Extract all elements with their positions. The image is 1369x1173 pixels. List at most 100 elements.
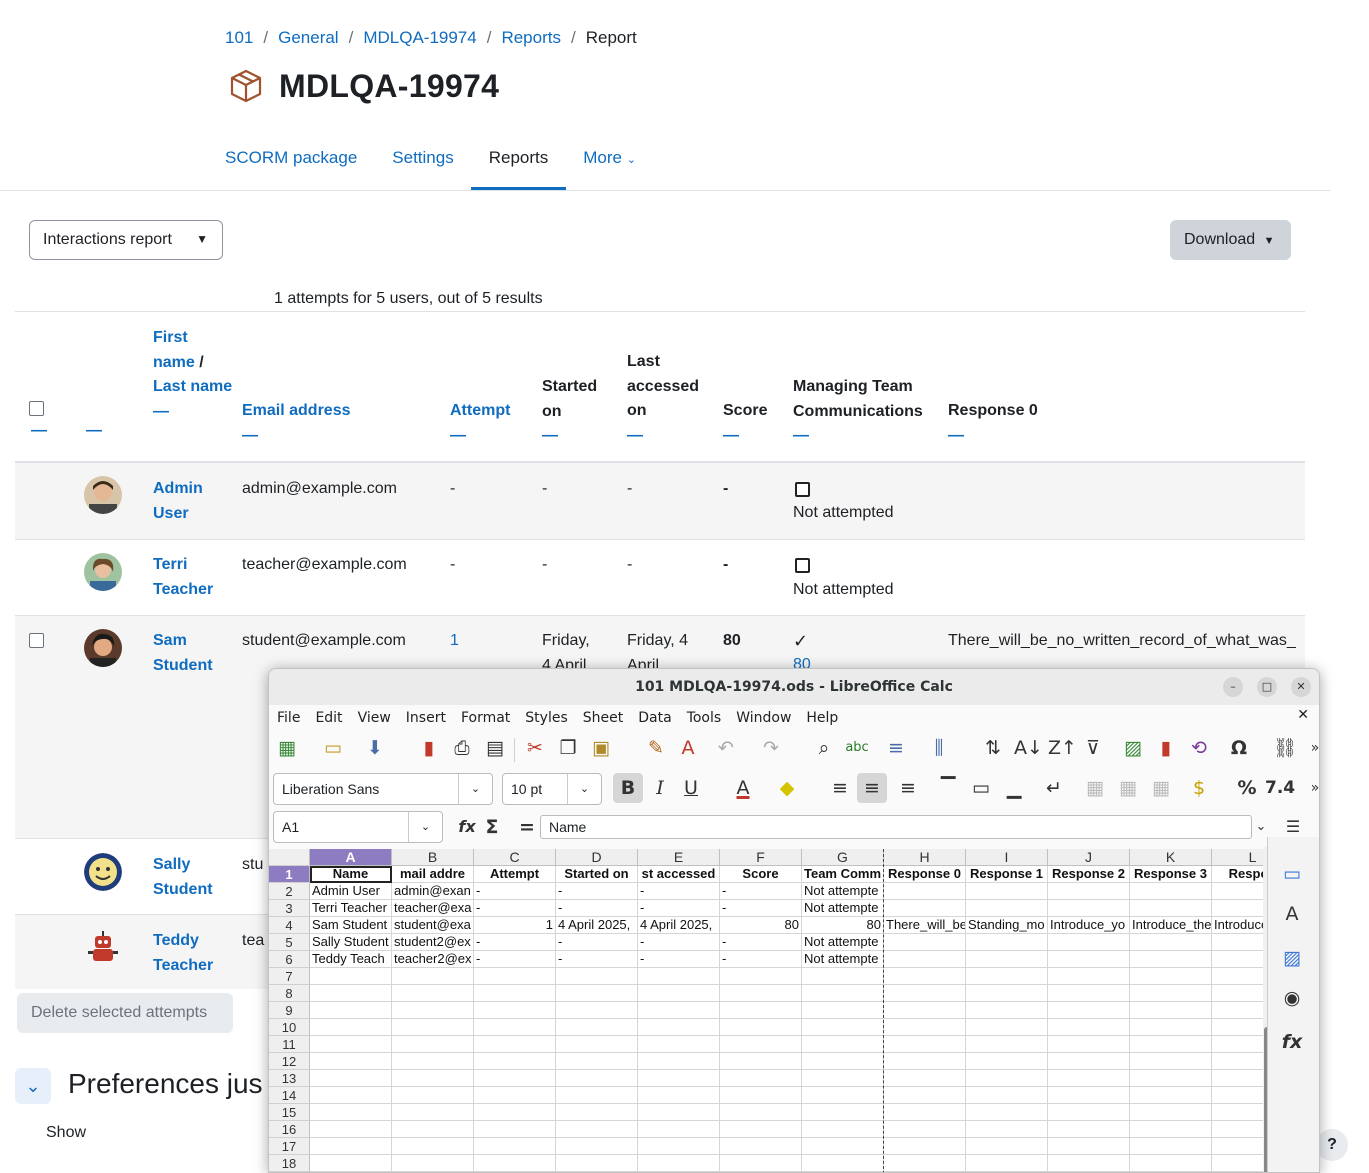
collapse-icon[interactable]: —	[86, 419, 102, 443]
collapse-icon[interactable]: —	[948, 424, 1038, 448]
cell-e9[interactable]	[638, 1002, 720, 1019]
cell-e4[interactable]: 4 April 2025,	[638, 917, 720, 934]
cell-k10[interactable]	[1130, 1019, 1212, 1036]
cell-h3[interactable]	[884, 900, 966, 917]
more-options-icon[interactable]: »	[1303, 773, 1319, 803]
cell-a16[interactable]	[310, 1121, 392, 1138]
cell-d17[interactable]	[556, 1138, 638, 1155]
chevron-down-icon[interactable]: ⌄	[408, 812, 442, 842]
cell-d11[interactable]	[556, 1036, 638, 1053]
cell-i3[interactable]	[966, 900, 1048, 917]
cell-g9[interactable]	[802, 1002, 884, 1019]
cell-j11[interactable]	[1048, 1036, 1130, 1053]
menu-file[interactable]: File	[277, 705, 300, 731]
cell-b2[interactable]: admin@exan	[392, 883, 474, 900]
cell-j17[interactable]	[1048, 1138, 1130, 1155]
cell-j6[interactable]	[1048, 951, 1130, 968]
properties-icon[interactable]: ▭	[1280, 859, 1304, 889]
font-color-icon[interactable]: A	[731, 773, 755, 803]
cell-h15[interactable]	[884, 1104, 966, 1121]
cell-g1[interactable]: Team Comm	[802, 866, 884, 883]
user-name-link[interactable]: Terri Teacher	[153, 553, 223, 602]
cell-h16[interactable]	[884, 1121, 966, 1138]
cell-j4[interactable]: Introduce_yo	[1048, 917, 1130, 934]
breadcrumb-link-activity[interactable]: MDLQA-19974	[363, 28, 476, 48]
font-size-box[interactable]: 10 pt ⌄	[502, 773, 602, 805]
cell-c2[interactable]: -	[474, 883, 556, 900]
cell-i18[interactable]	[966, 1155, 1048, 1172]
cell-d1[interactable]: Started on	[556, 866, 638, 883]
cell-k11[interactable]	[1130, 1036, 1212, 1053]
delete-selected-attempts-button[interactable]: Delete selected attempts	[17, 993, 233, 1033]
user-name-link[interactable]: Teddy Teacher	[153, 929, 223, 978]
close-icon[interactable]: ✕	[1291, 677, 1311, 697]
cell-g2[interactable]: Not attempte	[802, 883, 884, 900]
cell-f9[interactable]	[720, 1002, 802, 1019]
cell-g6[interactable]: Not attempte	[802, 951, 884, 968]
row-header[interactable]: 17	[269, 1138, 310, 1155]
cell-f15[interactable]	[720, 1104, 802, 1121]
cell-f17[interactable]	[720, 1138, 802, 1155]
breadcrumb-link-general[interactable]: General	[278, 28, 338, 48]
cell-a14[interactable]	[310, 1087, 392, 1104]
sum-icon[interactable]: Σ	[480, 812, 504, 842]
cell-e14[interactable]	[638, 1087, 720, 1104]
cell-d10[interactable]	[556, 1019, 638, 1036]
underline-icon[interactable]: U	[679, 773, 703, 803]
cell-f13[interactable]	[720, 1070, 802, 1087]
cell-g10[interactable]	[802, 1019, 884, 1036]
row-header[interactable]: 12	[269, 1053, 310, 1070]
result-link[interactable]: 80	[793, 653, 811, 669]
cell-f14[interactable]	[720, 1087, 802, 1104]
special-character-icon[interactable]: Ω	[1227, 733, 1251, 763]
align-middle-icon[interactable]: ▭	[969, 773, 993, 803]
highlight-color-icon[interactable]: ◆	[775, 773, 799, 803]
cell-f6[interactable]: -	[720, 951, 802, 968]
cell-k3[interactable]	[1130, 900, 1212, 917]
row-header[interactable]: 16	[269, 1121, 310, 1138]
cell-j14[interactable]	[1048, 1087, 1130, 1104]
row-header[interactable]: 7	[269, 968, 310, 985]
cell-i8[interactable]	[966, 985, 1048, 1002]
cell-k14[interactable]	[1130, 1087, 1212, 1104]
menu-insert[interactable]: Insert	[406, 705, 446, 731]
cell-g4[interactable]: 80	[802, 917, 884, 934]
undo-icon[interactable]: ↶	[714, 733, 738, 763]
tab-reports[interactable]: Reports	[470, 140, 567, 190]
cell-h14[interactable]	[884, 1087, 966, 1104]
cell-a2[interactable]: Admin User	[310, 883, 392, 900]
sort-last-name[interactable]: Last name	[153, 378, 232, 395]
row-header[interactable]: 1	[269, 866, 310, 883]
wrap-text-icon[interactable]: ↵	[1042, 773, 1066, 803]
row-icon[interactable]: ≡	[884, 733, 908, 763]
cell-a4[interactable]: Sam Student	[310, 917, 392, 934]
cell-k15[interactable]	[1130, 1104, 1212, 1121]
column-header-k[interactable]: K	[1130, 849, 1212, 866]
user-name-link[interactable]: Sam Student	[153, 629, 223, 678]
cell-f18[interactable]	[720, 1155, 802, 1172]
collapse-icon[interactable]: —	[242, 424, 351, 448]
cell-a13[interactable]	[310, 1070, 392, 1087]
user-name-link[interactable]: Admin User	[153, 477, 223, 526]
column-header-j[interactable]: J	[1048, 849, 1130, 866]
cell-c12[interactable]	[474, 1053, 556, 1070]
cell-g8[interactable]	[802, 985, 884, 1002]
cell-h7[interactable]	[884, 968, 966, 985]
cell-j12[interactable]	[1048, 1053, 1130, 1070]
cell-e17[interactable]	[638, 1138, 720, 1155]
menu-help[interactable]: Help	[806, 705, 838, 731]
cell-i14[interactable]	[966, 1087, 1048, 1104]
cell-c1[interactable]: Attempt	[474, 866, 556, 883]
cell-b18[interactable]	[392, 1155, 474, 1172]
cell-j3[interactable]	[1048, 900, 1130, 917]
cell-b9[interactable]	[392, 1002, 474, 1019]
cell-f7[interactable]	[720, 968, 802, 985]
row-select-checkbox[interactable]	[29, 633, 44, 648]
menu-edit[interactable]: Edit	[315, 705, 342, 731]
column-header-c[interactable]: C	[474, 849, 556, 866]
cell-k7[interactable]	[1130, 968, 1212, 985]
column-header-e[interactable]: E	[638, 849, 720, 866]
cell-b6[interactable]: teacher2@ex	[392, 951, 474, 968]
cell-b11[interactable]	[392, 1036, 474, 1053]
menu-sheet[interactable]: Sheet	[583, 705, 623, 731]
